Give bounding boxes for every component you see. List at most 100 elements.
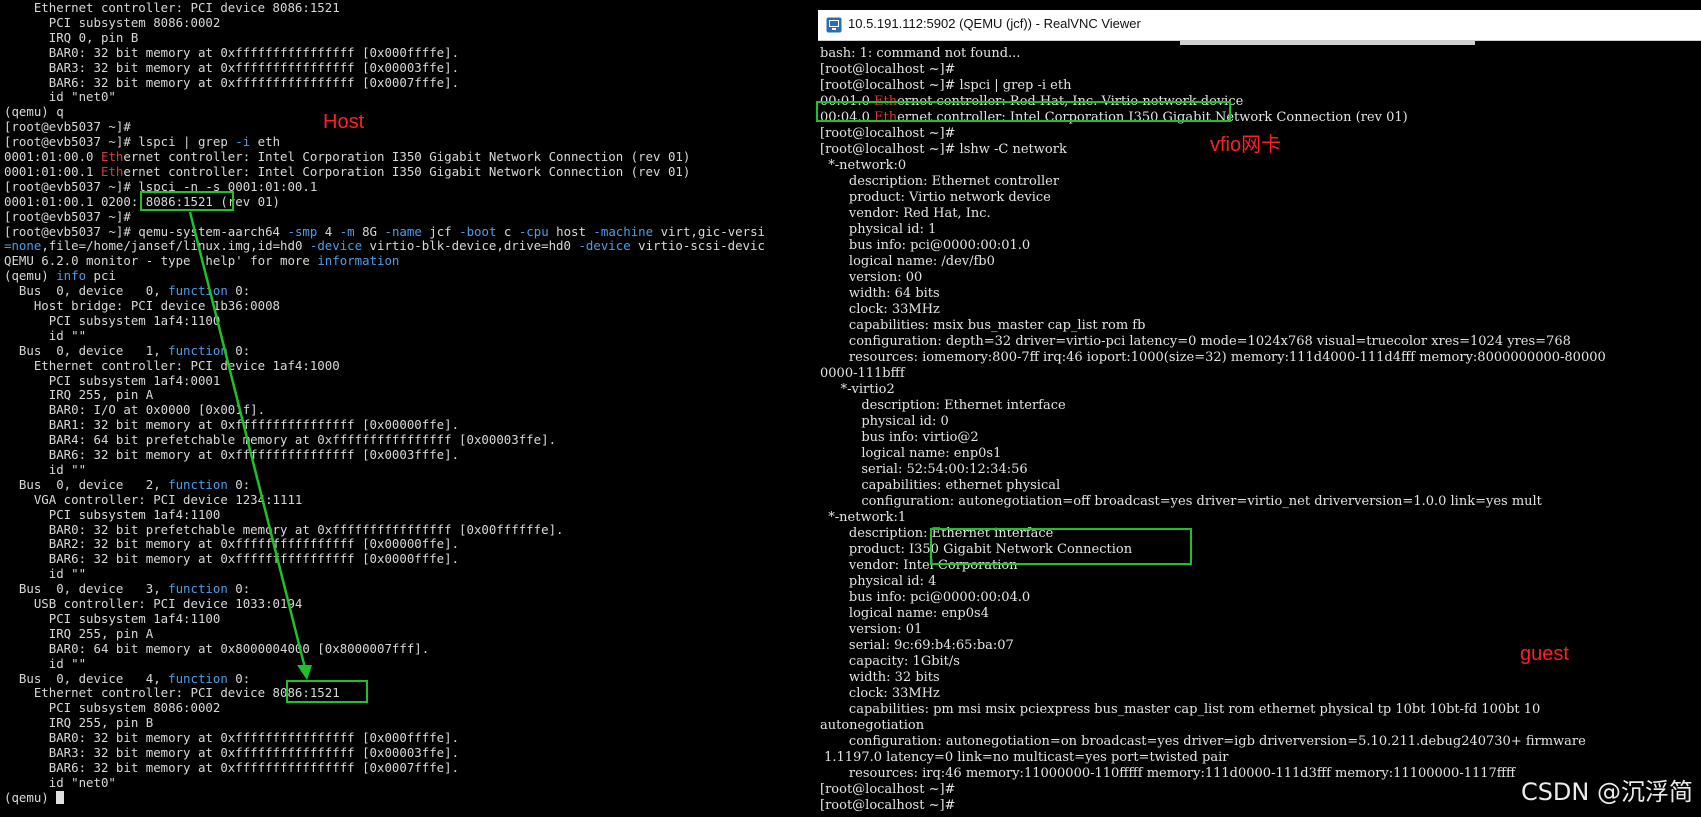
host-terminal-text: BAR4: 64 bit prefetchable memory at 0xff… bbox=[4, 432, 557, 448]
host-terminal[interactable]: Ethernet controller: PCI device 8086:152… bbox=[0, 0, 818, 817]
annotation-guest: guest bbox=[1520, 643, 1569, 665]
host-terminal-line: BAR6: 32 bit memory at 0xfffffffffffffff… bbox=[4, 447, 459, 462]
guest-console-line: width: 32 bits bbox=[820, 670, 940, 686]
guest-console-text: version: 00 bbox=[820, 270, 923, 285]
host-terminal-text: PCI subsystem 1af4:1100 bbox=[4, 610, 221, 626]
host-terminal-text: -boot bbox=[459, 223, 497, 239]
host-terminal-line: Bus 0, device 1, function 0: bbox=[4, 343, 250, 358]
watermark: CSDN @沉浮简 bbox=[1520, 778, 1693, 806]
guest-console-line: capabilities: msix bus_master cap_list r… bbox=[820, 318, 1146, 334]
host-terminal-line: Ethernet controller: PCI device 1af4:100… bbox=[4, 358, 340, 373]
host-terminal-text: IRQ 255, pin A bbox=[4, 387, 154, 403]
host-terminal-line: BAR0: 32 bit memory at 0xfffffffffffffff… bbox=[4, 45, 459, 60]
guest-console-line: *-virtio2 bbox=[820, 382, 895, 398]
guest-console-line: bus info: virtio@2 bbox=[820, 430, 978, 446]
host-terminal-text: virtio-blk-device,drive=hd0 bbox=[362, 238, 579, 254]
host-terminal-line: BAR3: 32 bit memory at 0xfffffffffffffff… bbox=[4, 60, 459, 75]
host-terminal-text: id "net0" bbox=[4, 774, 116, 790]
host-terminal-text: IRQ 0, pin B bbox=[4, 29, 139, 45]
host-terminal-text: id "" bbox=[4, 461, 87, 477]
host-terminal-line: VGA controller: PCI device 1234:1111 bbox=[4, 492, 303, 507]
guest-console-line: width: 64 bits bbox=[820, 286, 940, 302]
host-terminal-text: USB controller: PCI device 1033:0194 bbox=[4, 596, 303, 611]
host-terminal-text: 0: bbox=[227, 342, 251, 358]
guest-console-line: clock: 33MHz bbox=[820, 302, 940, 318]
guest-console-text: capacity: 1Gbit/s bbox=[820, 654, 960, 669]
host-terminal-text: BAR3: 32 bit memory at 0xfffffffffffffff… bbox=[4, 745, 460, 760]
host-terminal-text: -smp bbox=[287, 223, 318, 239]
guest-console-line: logical name: /dev/fb0 bbox=[820, 254, 995, 270]
host-terminal-line: [root@evb5037 ~]# qemu-system-aarch64 -s… bbox=[4, 224, 765, 239]
guest-console-line: bash: 1: command not found... bbox=[820, 46, 1020, 62]
guest-console-text: clock: 33MHz bbox=[820, 686, 940, 701]
host-terminal-text: Bus 0, device 2, bbox=[4, 476, 169, 492]
host-terminal-text: IRQ 255, pin A bbox=[4, 625, 154, 641]
host-terminal-text: 0: bbox=[227, 670, 251, 686]
guest-console-text: serial: 9c:69:b4:65:ba:07 bbox=[820, 638, 1014, 653]
host-terminal-line: IRQ 255, pin A bbox=[4, 387, 153, 402]
guest-console-text: [root@localhost ~]# bbox=[820, 62, 956, 77]
guest-console-line: [root@localhost ~]# bbox=[820, 126, 955, 142]
guest-console-line: 1.1197.0 latency=0 link=no multicast=yes… bbox=[820, 750, 1228, 766]
host-terminal-line: BAR1: 32 bit memory at 0xfffffffffffffff… bbox=[4, 417, 459, 432]
guest-console-text: resources: iomemory:800-7ff irq:46 iopor… bbox=[820, 350, 1606, 365]
host-terminal-text: BAR6: 32 bit memory at 0xfffffffffffffff… bbox=[4, 447, 460, 462]
guest-console-text: 0000-111bfff bbox=[820, 366, 905, 381]
host-terminal-text: -name bbox=[384, 223, 422, 239]
guest-console-text: physical id: 1 bbox=[820, 222, 937, 237]
host-terminal-line: 0001:01:00.0 Ethernet controller: Intel … bbox=[4, 149, 690, 164]
host-terminal-text: Host bridge: PCI device 1b36:0008 bbox=[4, 298, 281, 313]
host-terminal-text: ernet controller: Intel Corporation I350… bbox=[123, 163, 691, 179]
host-terminal-text: 0: bbox=[227, 476, 251, 492]
host-terminal-text: Eth bbox=[100, 149, 124, 164]
host-terminal-text: virtio-scsi-devic bbox=[630, 238, 765, 254]
host-terminal-text: Bus 0, device 0, bbox=[4, 283, 169, 299]
guest-console-text: capabilities: ethernet physical bbox=[820, 478, 1061, 493]
host-terminal-text: ,file=/home/jansef/linux.img,id=hd0 bbox=[41, 238, 310, 254]
host-terminal-text: BAR1: 32 bit memory at 0xfffffffffffffff… bbox=[4, 417, 460, 433]
guest-console-line: product: Virtio network device bbox=[820, 190, 1051, 206]
host-terminal-line: (qemu) info pci bbox=[4, 268, 116, 283]
host-terminal-text: BAR0: 64 bit memory at 0x8000004000 [0x8… bbox=[4, 640, 430, 656]
host-terminal-text: Ethernet controller: PCI device 8086:152… bbox=[4, 0, 340, 15]
guest-console-line: description: Ethernet interface bbox=[820, 398, 1066, 414]
host-terminal-text: virt,gic-versi bbox=[653, 223, 766, 239]
guest-console-line: physical id: 4 bbox=[820, 574, 936, 590]
vnc-toolbar-strip bbox=[1180, 41, 1475, 45]
guest-console-text: *-virtio2 bbox=[820, 382, 895, 397]
host-terminal-text: function bbox=[168, 670, 228, 686]
host-terminal-text: BAR6: 32 bit memory at 0xfffffffffffffff… bbox=[4, 74, 460, 90]
guest-console-line: physical id: 1 bbox=[820, 222, 936, 238]
vnc-titlebar[interactable]: 10.5.191.112:5902 (QEMU (jcf)) - RealVNC… bbox=[818, 10, 1701, 41]
guest-console-line: *-network:1 bbox=[820, 510, 906, 526]
host-terminal-line: Host bridge: PCI device 1b36:0008 bbox=[4, 298, 280, 313]
host-terminal-text: 0001:01:00.1 bbox=[4, 163, 101, 179]
host-terminal-text: Bus 0, device 4, bbox=[4, 670, 169, 686]
highlight-box-host-lspci-id bbox=[140, 191, 234, 211]
guest-console-text: [root@localhost ~]# bbox=[820, 782, 956, 797]
guest-console-text: logical name: /dev/fb0 bbox=[820, 254, 995, 269]
host-terminal-text: c bbox=[496, 223, 519, 239]
host-terminal-text: Ethernet controller: PCI device 1af4:100… bbox=[4, 357, 340, 373]
host-terminal-line: BAR0: 32 bit memory at 0xfffffffffffffff… bbox=[4, 730, 459, 745]
host-terminal-line: BAR6: 32 bit memory at 0xfffffffffffffff… bbox=[4, 75, 459, 90]
host-terminal-text: -device bbox=[578, 238, 631, 254]
host-terminal-text: (qemu) bbox=[4, 268, 57, 284]
guest-console-text: width: 64 bits bbox=[820, 286, 940, 301]
guest-console-line: configuration: autonegotiation=on broadc… bbox=[820, 734, 1586, 750]
host-terminal-line: PCI subsystem 8086:0002 bbox=[4, 15, 221, 30]
host-terminal-line: PCI subsystem 1af4:1100 bbox=[4, 610, 221, 626]
host-terminal-text: BAR6: 32 bit memory at 0xfffffffffffffff… bbox=[4, 759, 460, 775]
host-terminal-text: Bus 0, device 1, bbox=[4, 342, 169, 358]
host-terminal-text: [root@evb5037 ~]# lspci | grep bbox=[4, 134, 236, 150]
host-terminal-line: id "net0" bbox=[4, 89, 116, 104]
guest-console-line: *-network:0 bbox=[820, 158, 906, 174]
host-terminal-text: PCI subsystem 1af4:1100 bbox=[4, 312, 221, 328]
host-terminal-text: -machine bbox=[593, 223, 654, 239]
host-terminal-line: QEMU 6.2.0 monitor - type 'help' for mor… bbox=[4, 253, 399, 268]
guest-console-text: description: Ethernet interface bbox=[820, 398, 1066, 413]
guest-console-text: bus info: pci@0000:00:01.0 bbox=[820, 238, 1031, 253]
guest-console[interactable]: bash: 1: command not found... [root@local… bbox=[818, 41, 1701, 817]
vnc-window-title: 10.5.191.112:5902 (QEMU (jcf)) - RealVNC… bbox=[848, 16, 1141, 31]
guest-console-line: resources: iomemory:800-7ff irq:46 iopor… bbox=[820, 350, 1606, 366]
